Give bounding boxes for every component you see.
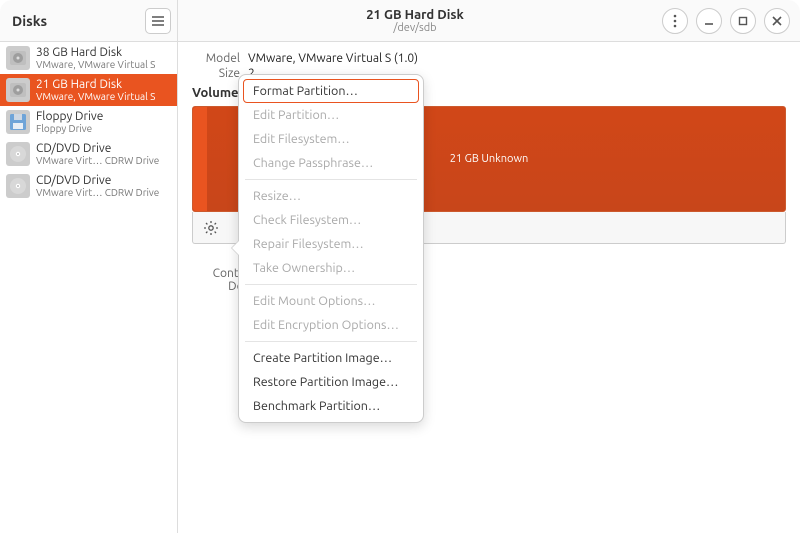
header-right	[652, 0, 800, 41]
device-name: 21 GB Hard Disk	[36, 78, 155, 91]
drive-menu-button[interactable]	[662, 8, 688, 34]
headerbar: Disks 21 GB Hard Disk /dev/sdb	[0, 0, 800, 42]
hamburger-icon	[152, 16, 164, 26]
model-label: Model	[192, 52, 240, 65]
sidebar-device[interactable]: 38 GB Hard DiskVMware, VMware Virtual S	[0, 42, 177, 74]
header-left: Disks	[0, 0, 178, 41]
sidebar: 38 GB Hard DiskVMware, VMware Virtual S2…	[0, 42, 178, 533]
volume-caption: 21 GB Unknown	[450, 153, 529, 165]
close-icon	[772, 16, 782, 26]
device-text: CD/DVD DriveVMware Virt… CDRW Drive	[36, 142, 159, 166]
menu-item: Check Filesystem…	[243, 208, 419, 232]
volume-settings-button[interactable]	[199, 216, 223, 240]
device-sub: VMware, VMware Virtual S	[36, 91, 155, 102]
device-icon	[6, 46, 30, 70]
gear-icon	[203, 220, 219, 236]
maximize-button[interactable]	[730, 8, 756, 34]
menu-item: Change Passphrase…	[243, 151, 419, 175]
close-button[interactable]	[764, 8, 790, 34]
device-name: CD/DVD Drive	[36, 142, 159, 155]
sidebar-device[interactable]: CD/DVD DriveVMware Virt… CDRW Drive	[0, 170, 177, 202]
sidebar-device[interactable]: 21 GB Hard DiskVMware, VMware Virtual S	[0, 74, 177, 106]
menu-item[interactable]: Restore Partition Image…	[243, 370, 419, 394]
menu-separator	[245, 341, 417, 342]
app-title: Disks	[6, 13, 47, 29]
device-icon	[6, 110, 30, 134]
device-text: 21 GB Hard DiskVMware, VMware Virtual S	[36, 78, 155, 102]
menu-separator	[245, 284, 417, 285]
hamburger-button[interactable]	[145, 8, 171, 34]
menu-item: Edit Encryption Options…	[243, 313, 419, 337]
menu-item: Resize…	[243, 184, 419, 208]
device-sub: VMware Virt… CDRW Drive	[36, 155, 159, 166]
device-sub: VMware Virt… CDRW Drive	[36, 187, 159, 198]
menu-item: Edit Mount Options…	[243, 289, 419, 313]
device-name: Floppy Drive	[36, 110, 103, 123]
context-menu: Format Partition…Edit Partition…Edit Fil…	[238, 74, 424, 423]
disk-title: 21 GB Hard Disk	[366, 8, 464, 22]
device-icon	[6, 174, 30, 198]
device-sub: VMware, VMware Virtual S	[36, 59, 155, 70]
device-text: Floppy DriveFloppy Drive	[36, 110, 103, 134]
device-text: 38 GB Hard DiskVMware, VMware Virtual S	[36, 46, 155, 70]
minimize-icon	[704, 16, 714, 26]
menu-arrow	[232, 241, 239, 255]
device-sub: Floppy Drive	[36, 123, 103, 134]
header-center: 21 GB Hard Disk /dev/sdb	[178, 0, 652, 41]
menu-item[interactable]: Benchmark Partition…	[243, 394, 419, 418]
device-name: CD/DVD Drive	[36, 174, 159, 187]
device-name: 38 GB Hard Disk	[36, 46, 155, 59]
menu-item: Edit Filesystem…	[243, 127, 419, 151]
model-value: VMware, VMware Virtual S (1.0)	[248, 52, 418, 65]
menu-separator	[245, 179, 417, 180]
device-icon	[6, 78, 30, 102]
menu-item[interactable]: Create Partition Image…	[243, 346, 419, 370]
kebab-icon	[673, 14, 677, 28]
device-text: CD/DVD DriveVMware Virt… CDRW Drive	[36, 174, 159, 198]
volume-bar-edge	[193, 107, 207, 211]
model-row: Model VMware, VMware Virtual S (1.0)	[192, 52, 786, 65]
menu-item: Take Ownership…	[243, 256, 419, 280]
sidebar-device[interactable]: Floppy DriveFloppy Drive	[0, 106, 177, 138]
sidebar-device[interactable]: CD/DVD DriveVMware Virt… CDRW Drive	[0, 138, 177, 170]
size-label: Size	[192, 67, 240, 80]
menu-item[interactable]: Format Partition…	[243, 79, 419, 103]
maximize-icon	[738, 16, 748, 26]
device-icon	[6, 142, 30, 166]
minimize-button[interactable]	[696, 8, 722, 34]
disk-path: /dev/sdb	[393, 22, 436, 34]
menu-item: Edit Partition…	[243, 103, 419, 127]
menu-item: Repair Filesystem…	[243, 232, 419, 256]
